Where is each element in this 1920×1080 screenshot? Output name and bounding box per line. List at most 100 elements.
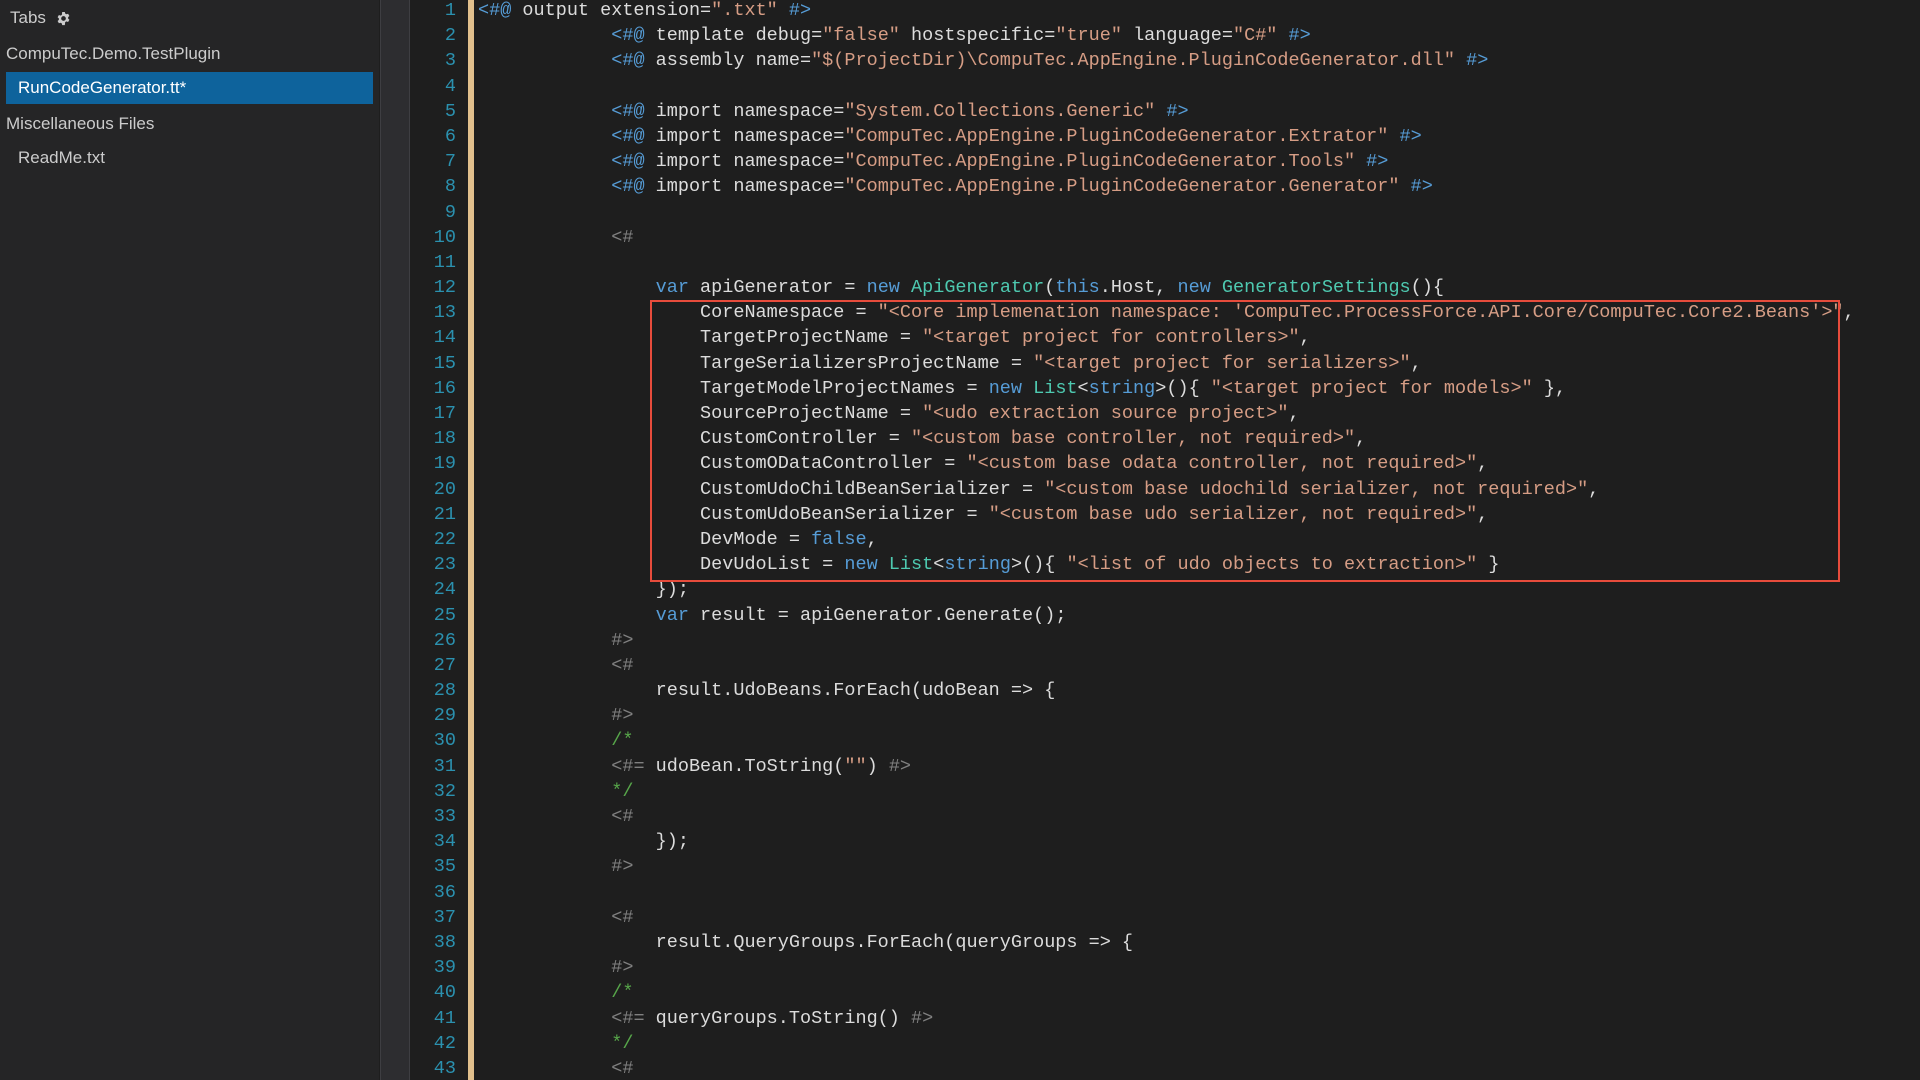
line-number: 39 — [410, 957, 468, 982]
code-line[interactable]: 5 <#@ import namespace="System.Collectio… — [410, 101, 1920, 126]
code-content[interactable]: <#@ import namespace="CompuTec.AppEngine… — [474, 126, 1422, 151]
code-content[interactable]: result.QueryGroups.ForEach(queryGroups =… — [474, 932, 1133, 957]
code-line[interactable]: 38 result.QueryGroups.ForEach(queryGroup… — [410, 932, 1920, 957]
code-line[interactable]: 6 <#@ import namespace="CompuTec.AppEngi… — [410, 126, 1920, 151]
code-content[interactable]: #> — [474, 630, 633, 655]
code-line[interactable]: 27 <# — [410, 655, 1920, 680]
code-content[interactable]: <#@ template debug="false" hostspecific=… — [474, 25, 1311, 50]
code-line[interactable]: 41 <#= queryGroups.ToString() #> — [410, 1008, 1920, 1033]
line-number: 6 — [410, 126, 468, 151]
code-line[interactable]: 11 — [410, 252, 1920, 277]
code-line[interactable]: 7 <#@ import namespace="CompuTec.AppEngi… — [410, 151, 1920, 176]
code-content[interactable]: CustomUdoBeanSerializer = "<custom base … — [474, 504, 1488, 529]
gear-icon[interactable] — [56, 10, 72, 26]
code-content[interactable]: <#= queryGroups.ToString() #> — [474, 1008, 933, 1033]
code-line[interactable]: 25 var result = apiGenerator.Generate(); — [410, 605, 1920, 630]
code-line[interactable]: 20 CustomUdoChildBeanSerializer = "<cust… — [410, 479, 1920, 504]
code-line[interactable]: 15 TargeSerializersProjectName = "<targe… — [410, 353, 1920, 378]
code-line[interactable]: 9 — [410, 202, 1920, 227]
code-line[interactable]: 3 <#@ assembly name="$(ProjectDir)\Compu… — [410, 50, 1920, 75]
code-line[interactable]: 8 <#@ import namespace="CompuTec.AppEngi… — [410, 176, 1920, 201]
code-line[interactable]: 32 */ — [410, 781, 1920, 806]
code-content[interactable]: DevUdoList = new List<string>(){ "<list … — [474, 554, 1499, 579]
code-content[interactable]: <#= udoBean.ToString("") #> — [474, 756, 911, 781]
code-line[interactable]: 17 SourceProjectName = "<udo extraction … — [410, 403, 1920, 428]
code-line[interactable]: 33 <# — [410, 806, 1920, 831]
code-line[interactable]: 34 }); — [410, 831, 1920, 856]
code-content[interactable]: #> — [474, 957, 633, 982]
code-line[interactable]: 42 */ — [410, 1033, 1920, 1058]
code-content[interactable]: */ — [474, 781, 633, 806]
code-content[interactable]: TargetProjectName = "<target project for… — [474, 327, 1311, 352]
tree-group[interactable]: Miscellaneous Files — [0, 106, 379, 140]
code-content[interactable]: var result = apiGenerator.Generate(); — [474, 605, 1066, 630]
code-line[interactable]: 43 <# — [410, 1058, 1920, 1080]
code-content[interactable]: <# — [474, 655, 633, 680]
code-content[interactable]: }); — [474, 831, 689, 856]
line-number: 13 — [410, 302, 468, 327]
line-number: 17 — [410, 403, 468, 428]
code-line[interactable]: 14 TargetProjectName = "<target project … — [410, 327, 1920, 352]
code-line[interactable]: 36 — [410, 882, 1920, 907]
code-content[interactable]: DevMode = false, — [474, 529, 878, 554]
code-line[interactable]: 28 result.UdoBeans.ForEach(udoBean => { — [410, 680, 1920, 705]
code-line[interactable]: 4 — [410, 76, 1920, 101]
tree-group[interactable]: CompuTec.Demo.TestPlugin — [0, 36, 379, 70]
code-content[interactable] — [474, 76, 478, 101]
code-line[interactable]: 12 var apiGenerator = new ApiGenerator(t… — [410, 277, 1920, 302]
code-content[interactable]: <#@ import namespace="CompuTec.AppEngine… — [474, 176, 1433, 201]
code-content[interactable]: <# — [474, 227, 633, 252]
code-line[interactable]: 35 #> — [410, 856, 1920, 881]
code-line[interactable]: 19 CustomODataController = "<custom base… — [410, 453, 1920, 478]
line-number: 9 — [410, 202, 468, 227]
code-line[interactable]: 1<#@ output extension=".txt" #> — [410, 0, 1920, 25]
code-content[interactable]: /* — [474, 982, 633, 1007]
code-line[interactable]: 2 <#@ template debug="false" hostspecifi… — [410, 25, 1920, 50]
code-line[interactable]: 40 /* — [410, 982, 1920, 1007]
code-line[interactable]: 23 DevUdoList = new List<string>(){ "<li… — [410, 554, 1920, 579]
code-content[interactable]: /* — [474, 730, 633, 755]
code-line[interactable]: 16 TargetModelProjectNames = new List<st… — [410, 378, 1920, 403]
code-line[interactable]: 37 <# — [410, 907, 1920, 932]
code-line[interactable]: 30 /* — [410, 730, 1920, 755]
tree-item[interactable]: ReadMe.txt — [6, 142, 373, 174]
line-number: 2 — [410, 25, 468, 50]
tree-item[interactable]: RunCodeGenerator.tt* — [6, 72, 373, 104]
code-body[interactable]: 1<#@ output extension=".txt" #>2 <#@ tem… — [410, 0, 1920, 1080]
code-line[interactable]: 24 }); — [410, 579, 1920, 604]
code-content[interactable]: <# — [474, 1058, 633, 1080]
code-line[interactable]: 31 <#= udoBean.ToString("") #> — [410, 756, 1920, 781]
code-content[interactable]: #> — [474, 856, 633, 881]
code-content[interactable] — [474, 202, 478, 227]
code-content[interactable]: <# — [474, 806, 633, 831]
code-content[interactable]: <#@ output extension=".txt" #> — [474, 0, 811, 25]
panel-splitter[interactable] — [380, 0, 410, 1080]
code-content[interactable] — [474, 882, 478, 907]
code-line[interactable]: 22 DevMode = false, — [410, 529, 1920, 554]
code-content[interactable]: }); — [474, 579, 689, 604]
code-content[interactable]: result.UdoBeans.ForEach(udoBean => { — [474, 680, 1055, 705]
code-line[interactable]: 10 <# — [410, 227, 1920, 252]
code-content[interactable]: */ — [474, 1033, 633, 1058]
code-line[interactable]: 13 CoreNamespace = "<Core implemenation … — [410, 302, 1920, 327]
code-line[interactable]: 29 #> — [410, 705, 1920, 730]
code-line[interactable]: 21 CustomUdoBeanSerializer = "<custom ba… — [410, 504, 1920, 529]
code-content[interactable]: <#@ import namespace="CompuTec.AppEngine… — [474, 151, 1388, 176]
code-content[interactable]: <#@ import namespace="System.Collections… — [474, 101, 1189, 126]
code-content[interactable]: TargeSerializersProjectName = "<target p… — [474, 353, 1422, 378]
code-content[interactable]: #> — [474, 705, 633, 730]
code-line[interactable]: 26 #> — [410, 630, 1920, 655]
code-content[interactable]: TargetModelProjectNames = new List<strin… — [474, 378, 1566, 403]
code-editor[interactable]: 1<#@ output extension=".txt" #>2 <#@ tem… — [410, 0, 1920, 1080]
code-content[interactable]: CustomController = "<custom base control… — [474, 428, 1366, 453]
code-line[interactable]: 39 #> — [410, 957, 1920, 982]
code-content[interactable]: CustomODataController = "<custom base od… — [474, 453, 1488, 478]
code-content[interactable]: CoreNamespace = "<Core implemenation nam… — [474, 302, 1855, 327]
code-content[interactable] — [474, 252, 478, 277]
code-line[interactable]: 18 CustomController = "<custom base cont… — [410, 428, 1920, 453]
code-content[interactable]: SourceProjectName = "<udo extraction sou… — [474, 403, 1300, 428]
code-content[interactable]: <#@ assembly name="$(ProjectDir)\CompuTe… — [474, 50, 1488, 75]
code-content[interactable]: <# — [474, 907, 633, 932]
code-content[interactable]: var apiGenerator = new ApiGenerator(this… — [474, 277, 1444, 302]
code-content[interactable]: CustomUdoChildBeanSerializer = "<custom … — [474, 479, 1599, 504]
